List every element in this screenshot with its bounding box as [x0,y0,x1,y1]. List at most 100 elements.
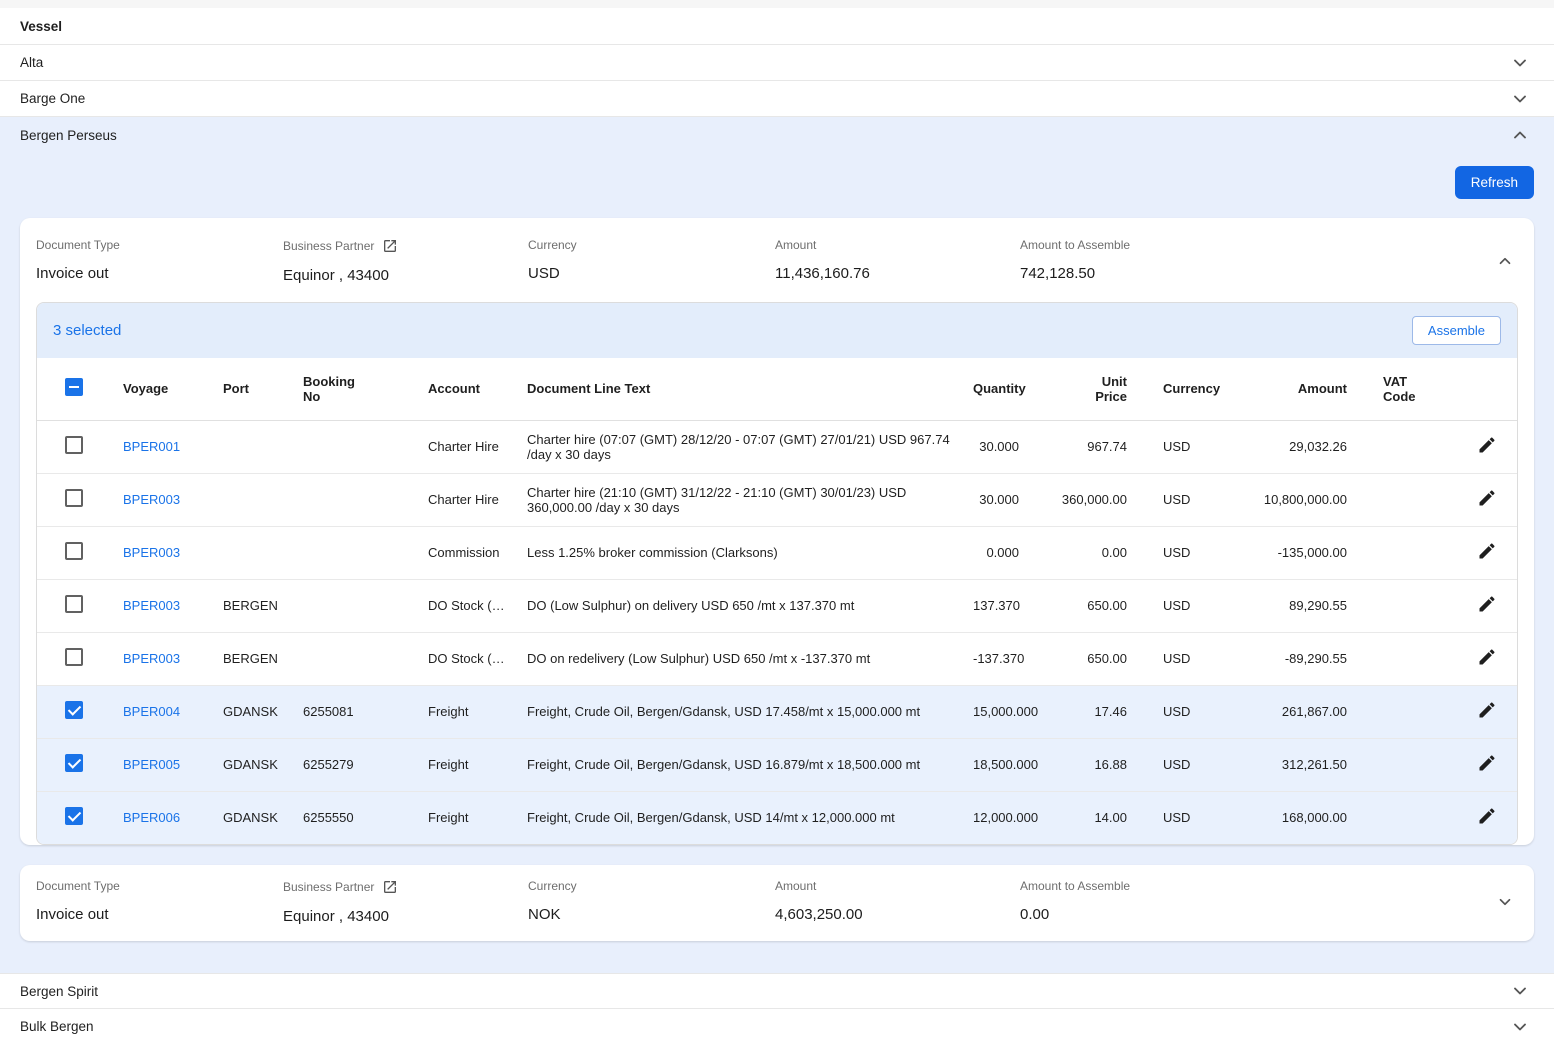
voyage-link[interactable]: BPER001 [123,439,180,454]
field-label: Business Partner [283,880,374,894]
field-currency: Currency USD [528,238,775,282]
quantity-cell: 12,000.000 [965,791,1027,844]
edit-line-button[interactable] [1475,539,1499,566]
col-port: Port [215,358,295,420]
col-booking-no: Booking No [295,358,420,420]
vat-code-cell [1355,791,1455,844]
unit-price-cell: 967.74 [1027,420,1135,473]
doc-line-text-cell: Freight, Crude Oil, Bergen/Gdansk, USD 1… [519,791,965,844]
booking-no-cell: 6255550 [295,791,420,844]
pencil-icon [1477,806,1497,826]
voyage-link[interactable]: BPER006 [123,810,180,825]
table-row: BPER003 Charter Hire Charter hire (21:10… [37,473,1518,526]
edit-line-button[interactable] [1475,645,1499,672]
open-in-new-icon[interactable] [382,238,398,254]
field-label: Amount to Assemble [1020,238,1482,252]
booking-no-cell [295,473,420,526]
chevron-down-icon [1510,1017,1530,1037]
table-row: BPER006 GDANSK 6255550 Freight Freight, … [37,791,1518,844]
edit-line-button[interactable] [1475,804,1499,831]
document-card-nok: Document Type Invoice out Business Partn… [20,865,1534,941]
accordion-bulk-bergen[interactable]: Bulk Bergen [0,1009,1554,1042]
row-checkbox[interactable] [65,436,83,454]
field-business-partner: Business Partner Equinor , 43400 [283,238,528,284]
table-row: BPER003 BERGEN DO Stock (L… DO on redeli… [37,632,1518,685]
voyage-link[interactable]: BPER003 [123,545,180,560]
edit-line-button[interactable] [1475,592,1499,619]
pencil-icon [1477,753,1497,773]
chevron-down-icon [1510,53,1530,73]
field-value: 0.00 [1020,906,1482,923]
selection-toolbar: 3 selected Assemble [37,303,1517,358]
port-cell: GDANSK [215,738,295,791]
doc-line-text-cell: Charter hire (07:07 (GMT) 28/12/20 - 07:… [519,420,965,473]
port-cell: BERGEN [215,632,295,685]
voyage-link[interactable]: BPER004 [123,704,180,719]
booking-no-cell: 6255279 [295,738,420,791]
booking-no-cell [295,632,420,685]
doc-line-text-cell: Charter hire (21:10 (GMT) 31/12/22 - 21:… [519,473,965,526]
amount-cell: 29,032.26 [1215,420,1355,473]
unit-price-cell: 16.88 [1027,738,1135,791]
accordion-barge-one[interactable]: Barge One [0,81,1554,117]
table-row: BPER003 BERGEN DO Stock (L… DO (Low Sulp… [37,579,1518,632]
row-checkbox[interactable] [65,648,83,666]
port-cell: GDANSK [215,685,295,738]
voyage-link[interactable]: BPER005 [123,757,180,772]
row-checkbox[interactable] [65,542,83,560]
vessel-name: Bulk Bergen [20,1019,94,1034]
chevron-down-icon [1510,89,1530,109]
row-checkbox[interactable] [65,754,83,772]
selected-count: 3 selected [53,322,121,339]
row-checkbox[interactable] [65,701,83,719]
edit-line-button[interactable] [1475,751,1499,778]
chevron-down-icon [1510,981,1530,1001]
voyage-link[interactable]: BPER003 [123,598,180,613]
field-value: Invoice out [36,906,283,923]
col-voyage: Voyage [115,358,215,420]
doc-line-text-cell: DO (Low Sulphur) on delivery USD 650 /mt… [519,579,965,632]
collapse-card-button[interactable] [1492,248,1518,274]
port-cell [215,526,295,579]
row-checkbox[interactable] [65,595,83,613]
col-doc-line-text: Document Line Text [519,358,965,420]
voyage-link[interactable]: BPER003 [123,492,180,507]
amount-cell: 10,800,000.00 [1215,473,1355,526]
voyage-link[interactable]: BPER003 [123,651,180,666]
booking-no-cell: 6255081 [295,685,420,738]
field-value: USD [528,265,775,282]
edit-line-button[interactable] [1475,433,1499,460]
col-vat-code: VAT Code [1355,358,1455,420]
unit-price-cell: 650.00 [1027,632,1135,685]
currency-cell: USD [1135,791,1215,844]
unit-price-cell: 17.46 [1027,685,1135,738]
currency-cell: USD [1135,632,1215,685]
col-edit [1455,358,1518,420]
accordion-bergen-spirit[interactable]: Bergen Spirit [0,973,1554,1009]
quantity-cell: 18,500.000 [965,738,1027,791]
bergen-perseus-panel: Bergen Perseus Refresh Document Type Inv… [0,117,1554,973]
pencil-icon [1477,541,1497,561]
row-checkbox[interactable] [65,489,83,507]
col-account: Account [420,358,519,420]
currency-cell: USD [1135,420,1215,473]
quantity-cell: 0.000 [965,526,1027,579]
open-in-new-icon[interactable] [382,879,398,895]
assemble-button[interactable]: Assemble [1412,316,1501,345]
account-cell: Charter Hire [420,420,519,473]
accordion-bergen-perseus[interactable]: Bergen Perseus [0,117,1554,153]
select-all-checkbox[interactable] [65,378,83,396]
refresh-button[interactable]: Refresh [1455,166,1534,199]
row-checkbox[interactable] [65,807,83,825]
amount-cell: -89,290.55 [1215,632,1355,685]
amount-cell: 312,261.50 [1215,738,1355,791]
col-quantity: Quantity [965,358,1027,420]
edit-line-button[interactable] [1475,698,1499,725]
accordion-alta[interactable]: Alta [0,45,1554,81]
col-unit-price: Unit Price [1027,358,1135,420]
field-value: 4,603,250.00 [775,906,1020,923]
table-row: BPER005 GDANSK 6255279 Freight Freight, … [37,738,1518,791]
edit-line-button[interactable] [1475,486,1499,513]
account-cell: Freight [420,685,519,738]
expand-card-button[interactable] [1492,889,1518,915]
